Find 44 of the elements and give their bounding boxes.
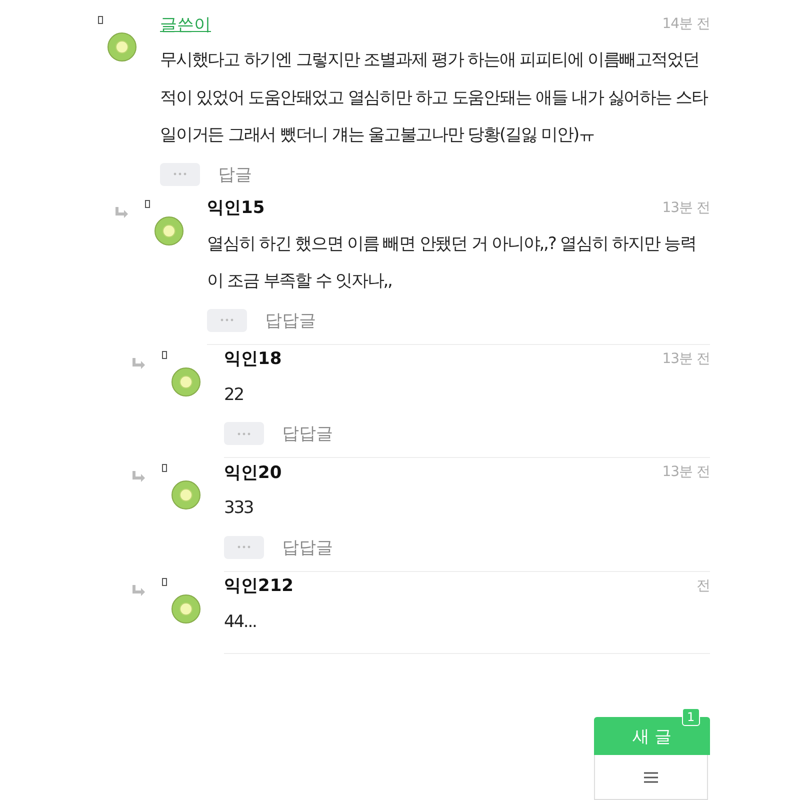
- comment-text: 열심히 하긴 했으면 이름 빼면 안됐던 거 아니야,,? 열심히 하지만 능력이 조금 부족할 수 잇자나,,: [207, 232, 697, 293]
- comment-time: 14분 전: [662, 15, 710, 33]
- avatar-icon: [171, 366, 201, 396]
- author-name: 익인18: [224, 348, 282, 370]
- reply-link[interactable]: 답답글: [282, 422, 333, 445]
- reply-arrow-icon: [132, 358, 146, 370]
- more-button[interactable]: [224, 536, 264, 558]
- small-square-icon: [162, 578, 167, 586]
- comment-text: 22: [224, 384, 244, 406]
- avatar-icon: [171, 480, 201, 510]
- reply-arrow-icon: [132, 584, 146, 596]
- reply-link[interactable]: 답답글: [265, 308, 316, 332]
- more-button[interactable]: [224, 422, 264, 445]
- avatar-icon: [171, 594, 201, 624]
- comment-time: 13분 전: [662, 350, 710, 368]
- author-name: 익인15: [207, 197, 265, 219]
- reply-link[interactable]: 답글: [218, 162, 252, 186]
- comment-time: 13분 전: [662, 463, 710, 481]
- small-square-icon: [162, 350, 167, 358]
- dots-icon: [237, 545, 251, 549]
- more-button[interactable]: [207, 308, 247, 332]
- menu-icon: [644, 772, 658, 782]
- small-square-icon: [98, 16, 103, 24]
- author-name: 익인212: [224, 575, 294, 597]
- reply-arrow-icon: [132, 471, 146, 483]
- author-name: 익인20: [224, 462, 282, 484]
- dots-icon: [173, 172, 187, 176]
- author-name[interactable]: 글쓴이: [160, 12, 211, 36]
- small-square-icon: [162, 464, 167, 472]
- dots-icon: [220, 318, 234, 322]
- comment-text: 44...: [224, 610, 258, 634]
- small-square-icon: [145, 200, 150, 208]
- avatar-icon: [107, 32, 137, 62]
- comment-time: 13분 전: [662, 198, 710, 216]
- more-button[interactable]: [160, 162, 200, 186]
- count-badge: 1: [682, 708, 700, 726]
- comment-text: 무시했다고 하기엔 그렇지만 조별과제 평가 하는애 피피티에 이름빼고적었던 적이 있었어 도움안돼었고 열심히만 하고 도움안돼는 애들 내가 싫어하는 스타일이거든 그래서 뺐더니 걔는 울고불고나만 당황(길잃 미안)ㅠ: [160, 49, 709, 147]
- comment-text: 333: [224, 497, 254, 520]
- avatar-icon: [154, 216, 184, 246]
- dots-icon: [237, 432, 251, 436]
- reply-arrow-icon: [115, 206, 129, 218]
- reply-link[interactable]: 답답글: [282, 536, 333, 558]
- comment-time: 전: [696, 576, 710, 594]
- menu-button[interactable]: [594, 755, 708, 800]
